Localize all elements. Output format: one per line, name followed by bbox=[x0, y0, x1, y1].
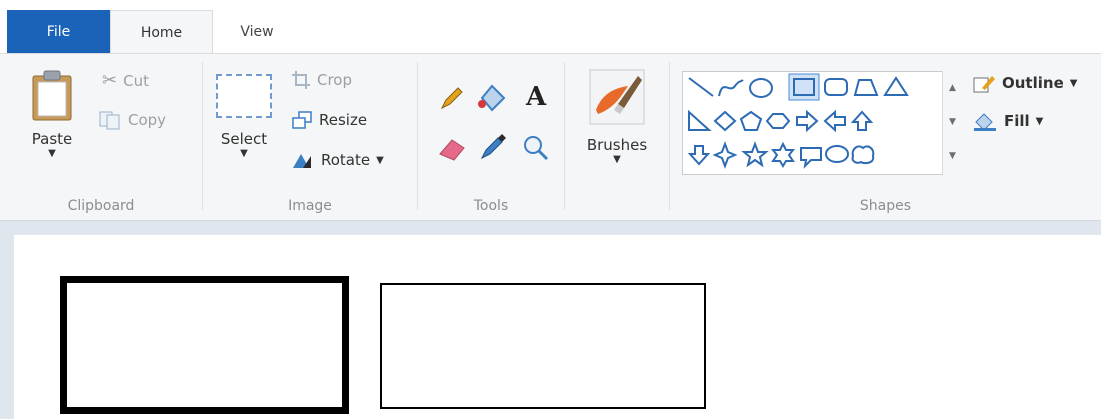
thin-rectangle-shape[interactable] bbox=[380, 283, 706, 409]
resize-button[interactable]: Resize bbox=[291, 110, 367, 130]
outline-button[interactable]: Outline ▼ bbox=[972, 72, 1077, 94]
clipboard-group: Paste ▼ ✂ Cut Copy Clipboard bbox=[0, 54, 202, 220]
brushes-button[interactable]: Brushes ▼ bbox=[577, 68, 657, 165]
down-arrow-shape-icon bbox=[687, 145, 711, 166]
fill-label: Fill bbox=[1004, 112, 1030, 130]
chevron-down-icon: ▼ bbox=[376, 154, 384, 166]
resize-label: Resize bbox=[319, 111, 368, 129]
pentagon-shape-icon bbox=[739, 110, 763, 131]
chevron-down-icon: ▼ bbox=[48, 148, 56, 159]
shapes-gallery-scroll: ▲ ▼ ▼ bbox=[942, 71, 962, 175]
chevron-down-icon: ▼ bbox=[1069, 77, 1078, 89]
select-label: Select bbox=[220, 130, 268, 148]
oval-callout-shape-icon bbox=[825, 145, 849, 163]
six-point-star-shape-icon bbox=[770, 141, 796, 168]
tab-view[interactable]: View bbox=[213, 10, 301, 53]
paste-label: Paste bbox=[31, 130, 73, 148]
clipboard-icon bbox=[32, 70, 72, 121]
cloud-callout-shape-icon bbox=[851, 145, 875, 165]
copy-button[interactable]: Copy bbox=[98, 110, 166, 130]
up-arrow-shape-icon bbox=[850, 110, 874, 131]
copy-icon bbox=[99, 111, 120, 130]
tools-group: A Tools bbox=[418, 54, 564, 220]
shapes-gallery-grid bbox=[687, 73, 909, 169]
copy-label: Copy bbox=[128, 111, 167, 129]
rounded-rectangle-shape-icon bbox=[824, 78, 848, 96]
fill-button[interactable]: Fill ▼ bbox=[972, 110, 1043, 132]
image-group-label: Image bbox=[288, 198, 332, 214]
right-arrow-shape-icon bbox=[796, 109, 819, 133]
eraser-icon[interactable] bbox=[436, 134, 468, 162]
diamond-shape-icon bbox=[713, 110, 737, 132]
tools-group-label: Tools bbox=[473, 198, 509, 214]
brushes-label: Brushes bbox=[586, 136, 648, 154]
shapes-group-label: Shapes bbox=[859, 198, 912, 214]
select-button[interactable]: Select ▼ bbox=[213, 74, 275, 159]
outline-icon bbox=[973, 76, 995, 93]
shapes-gallery bbox=[682, 71, 962, 175]
chevron-down-icon: ▼ bbox=[240, 148, 248, 159]
ribbon-tab-bar: File Home View bbox=[0, 0, 1101, 54]
oval-shape-icon bbox=[749, 78, 773, 98]
cut-label: Cut bbox=[123, 71, 149, 90]
right-triangle-shape-icon bbox=[688, 109, 712, 131]
line-shape-icon bbox=[688, 77, 714, 97]
outline-label: Outline bbox=[1002, 74, 1064, 92]
thick-rectangle-shape[interactable] bbox=[60, 276, 349, 414]
tab-file[interactable]: File bbox=[7, 10, 110, 53]
chevron-down-icon: ▼ bbox=[1035, 115, 1044, 127]
text-tool-icon[interactable]: A bbox=[526, 82, 546, 112]
gallery-scroll-down-icon[interactable]: ▼ bbox=[943, 105, 962, 139]
chevron-down-icon: ▼ bbox=[613, 154, 621, 165]
magnifier-icon[interactable] bbox=[522, 134, 550, 162]
image-group: Select ▼ Crop Resize Rotate ▼ Image bbox=[203, 54, 417, 220]
fill-icon bbox=[974, 113, 996, 131]
polygon-shape-icon bbox=[853, 79, 879, 96]
triangle-shape-icon bbox=[883, 76, 909, 96]
ribbon-home: Paste ▼ ✂ Cut Copy Clipboard Select ▼ Cr… bbox=[0, 53, 1101, 221]
crop-label: Crop bbox=[317, 71, 353, 89]
rotate-button[interactable]: Rotate ▼ bbox=[291, 150, 384, 170]
five-point-star-shape-icon bbox=[741, 141, 769, 168]
gallery-scroll-up-icon[interactable]: ▲ bbox=[943, 71, 962, 105]
color-picker-icon[interactable] bbox=[478, 132, 508, 162]
crop-button[interactable]: Crop bbox=[291, 70, 352, 90]
gallery-more-icon[interactable]: ▼ bbox=[943, 139, 962, 173]
curve-shape-icon bbox=[718, 79, 744, 97]
paste-button[interactable]: Paste ▼ bbox=[22, 68, 82, 159]
left-arrow-shape-icon bbox=[823, 109, 846, 133]
rotate-label: Rotate bbox=[321, 151, 371, 169]
selection-icon bbox=[216, 74, 272, 118]
cut-button[interactable]: ✂ Cut bbox=[102, 70, 149, 91]
crop-icon bbox=[292, 71, 310, 89]
four-point-star-shape-icon bbox=[712, 141, 738, 169]
tab-home[interactable]: Home bbox=[110, 10, 213, 54]
hexagon-shape-icon bbox=[765, 113, 791, 129]
rotate-icon bbox=[293, 154, 311, 168]
scissors-icon: ✂ bbox=[102, 70, 118, 91]
rounded-callout-shape-icon bbox=[800, 147, 822, 169]
brushes-group: Brushes ▼ bbox=[565, 54, 669, 220]
resize-icon bbox=[292, 111, 312, 129]
clipboard-group-label: Clipboard bbox=[67, 198, 135, 214]
brush-icon bbox=[589, 69, 645, 125]
fill-bucket-icon[interactable] bbox=[476, 82, 510, 112]
pencil-icon[interactable] bbox=[438, 84, 466, 112]
